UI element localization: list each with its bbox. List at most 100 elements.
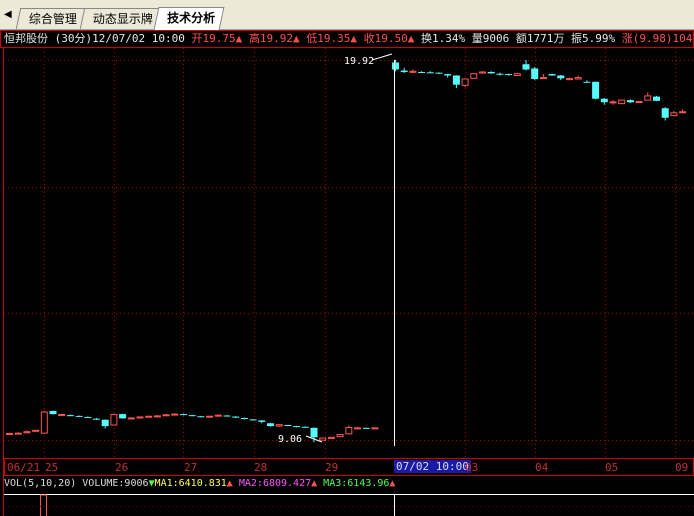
candle (452, 75, 460, 89)
tab-dynamic-board[interactable]: 动态显示牌 (79, 8, 163, 29)
candle (566, 77, 573, 81)
candle (180, 413, 187, 416)
high-price: 高19.92 (248, 32, 293, 45)
axis-label: 29 (325, 461, 339, 474)
candle (258, 420, 266, 424)
max-price-label: 19.92 (344, 56, 374, 67)
candle (600, 98, 608, 105)
tab-label: 动态显示牌 (92, 12, 153, 26)
candle (110, 413, 118, 426)
tab-bar: ◀ 综合管理 动态显示牌 技术分析 (0, 0, 694, 30)
tab-technical-analysis[interactable]: 技术分析 (153, 7, 225, 30)
candle (618, 99, 626, 105)
candle (284, 424, 292, 427)
volume: 量9006 (471, 32, 510, 45)
axis-label: 04 (535, 461, 549, 474)
candle (371, 427, 379, 430)
tab-label: 技术分析 (167, 11, 216, 25)
candle (232, 416, 240, 418)
candle (119, 413, 127, 419)
candle (58, 413, 66, 416)
candle (609, 100, 617, 105)
candle (101, 419, 109, 429)
candle (293, 425, 301, 428)
candle (557, 75, 565, 81)
turnover: 换1.34% (420, 32, 466, 45)
candle (354, 427, 361, 430)
axis-label: 26 (115, 461, 129, 474)
axis-label: 25 (45, 461, 59, 474)
period: (30分) (54, 32, 93, 45)
candle (301, 426, 309, 428)
candle (496, 72, 504, 76)
candle (32, 429, 40, 432)
candle (522, 60, 530, 71)
candle (461, 78, 469, 88)
candle (435, 72, 443, 74)
volume-panel (4, 494, 694, 516)
candle (275, 423, 283, 427)
candle (409, 69, 417, 74)
candle (583, 80, 591, 83)
candle (197, 415, 205, 418)
candle (66, 414, 74, 417)
candle (6, 432, 13, 435)
candle (635, 100, 643, 104)
candle (40, 410, 48, 434)
axis-label: 09 (675, 461, 689, 474)
datetime: 12/07/02 10:00 (92, 32, 185, 45)
candle (188, 414, 196, 417)
candle (679, 109, 687, 114)
axis-label: 03 (465, 461, 479, 474)
candle (513, 73, 521, 76)
candle (153, 415, 161, 418)
volume-indicator-header: VOL(5,10,20) VOLUME:9006▼MA1:6410.831▲ M… (4, 478, 396, 489)
max-pointer (371, 53, 393, 61)
candle (171, 413, 179, 416)
candle (444, 73, 452, 78)
time-axis: 06/21 25 26 27 28 29 07/02 10:00 03 04 0… (4, 458, 694, 476)
axis-label: 05 (605, 461, 619, 474)
candle (75, 415, 83, 417)
low-price: 低19.35 (306, 32, 351, 45)
candle (240, 417, 248, 420)
tab-comprehensive[interactable]: 综合管理 (15, 8, 87, 29)
tab-label: 综合管理 (28, 12, 77, 26)
candle (548, 73, 556, 76)
candlestick-chart[interactable]: 19.92 9.06 (0, 48, 694, 458)
candle (319, 437, 327, 441)
candle (392, 60, 399, 72)
candle (644, 92, 652, 101)
vol-ma2: MA2:6809.427 (238, 478, 312, 489)
candle (127, 417, 135, 420)
vol-volume: VOLUME:9006 (82, 478, 149, 489)
candle (400, 67, 408, 74)
candle (84, 416, 92, 418)
candle (539, 74, 547, 80)
candle (470, 73, 478, 80)
scroll-left-icon[interactable]: ◀ (4, 9, 12, 20)
vol-ma3: MA3:6143.96 (323, 478, 390, 489)
open-price: 开19.75 (191, 32, 236, 45)
candle (670, 111, 678, 117)
vol-ma1: MA1:6410.831 (154, 478, 227, 489)
candle (531, 67, 539, 81)
grid (4, 48, 694, 458)
candle (249, 419, 257, 421)
candle (93, 417, 100, 420)
candle (162, 414, 170, 417)
cursor-time-label: 07/02 10:00 (394, 460, 471, 473)
candle (479, 71, 486, 74)
candle (145, 415, 153, 418)
candle (345, 425, 353, 435)
axis-label: 27 (184, 461, 198, 474)
candle (136, 416, 144, 419)
candle (592, 81, 600, 100)
candle (23, 430, 31, 434)
close-price: 收19.50 (363, 32, 408, 45)
candle (574, 75, 582, 80)
candle (362, 427, 370, 429)
candle (223, 415, 231, 417)
stock-name: 恒邦股份 (4, 32, 48, 45)
quote-info-bar: 恒邦股份 (30分)12/07/02 10:00 开19.75▲ 高19.92▲… (0, 30, 694, 48)
